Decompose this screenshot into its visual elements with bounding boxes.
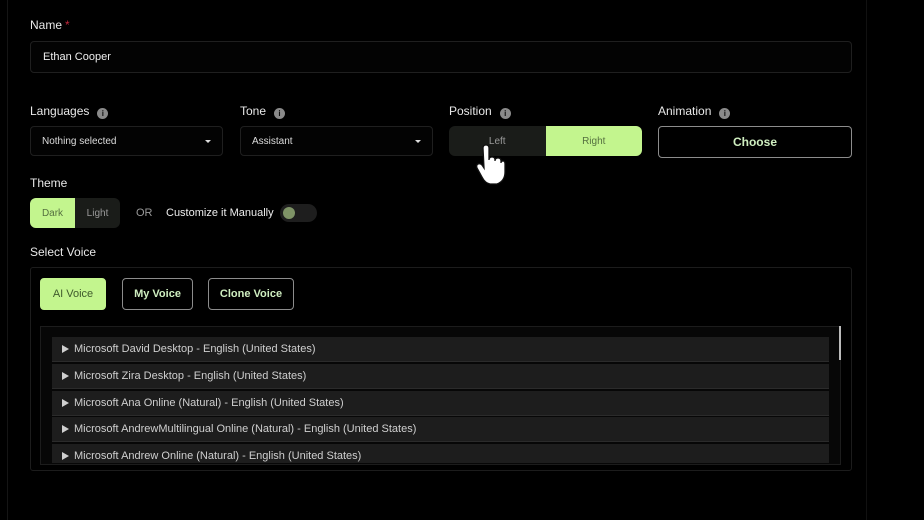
play-icon[interactable] xyxy=(62,345,69,353)
voice-item[interactable]: Microsoft Zira Desktop - English (United… xyxy=(52,364,829,389)
voice-item-label: Microsoft Zira Desktop - English (United… xyxy=(74,370,307,382)
voice-item[interactable]: Microsoft Ana Online (Natural) - English… xyxy=(52,391,829,416)
play-icon[interactable] xyxy=(62,372,69,380)
voice-item[interactable]: Microsoft AndrewMultilingual Online (Nat… xyxy=(52,417,829,442)
voice-item-label: Microsoft Andrew Online (Natural) - Engl… xyxy=(74,450,362,462)
voice-list-viewport: Microsoft David Desktop - English (Unite… xyxy=(0,0,924,463)
voice-item[interactable]: Microsoft David Desktop - English (Unite… xyxy=(52,337,829,362)
voice-item-label: Microsoft AndrewMultilingual Online (Nat… xyxy=(74,423,417,435)
voice-item[interactable]: Microsoft Andrew Online (Natural) - Engl… xyxy=(52,444,829,463)
play-icon[interactable] xyxy=(62,452,69,460)
hand-cursor-icon xyxy=(476,144,506,185)
voice-item-label: Microsoft Ana Online (Natural) - English… xyxy=(74,397,344,409)
play-icon[interactable] xyxy=(62,425,69,433)
play-icon[interactable] xyxy=(62,399,69,407)
voice-item-label: Microsoft David Desktop - English (Unite… xyxy=(74,343,316,355)
